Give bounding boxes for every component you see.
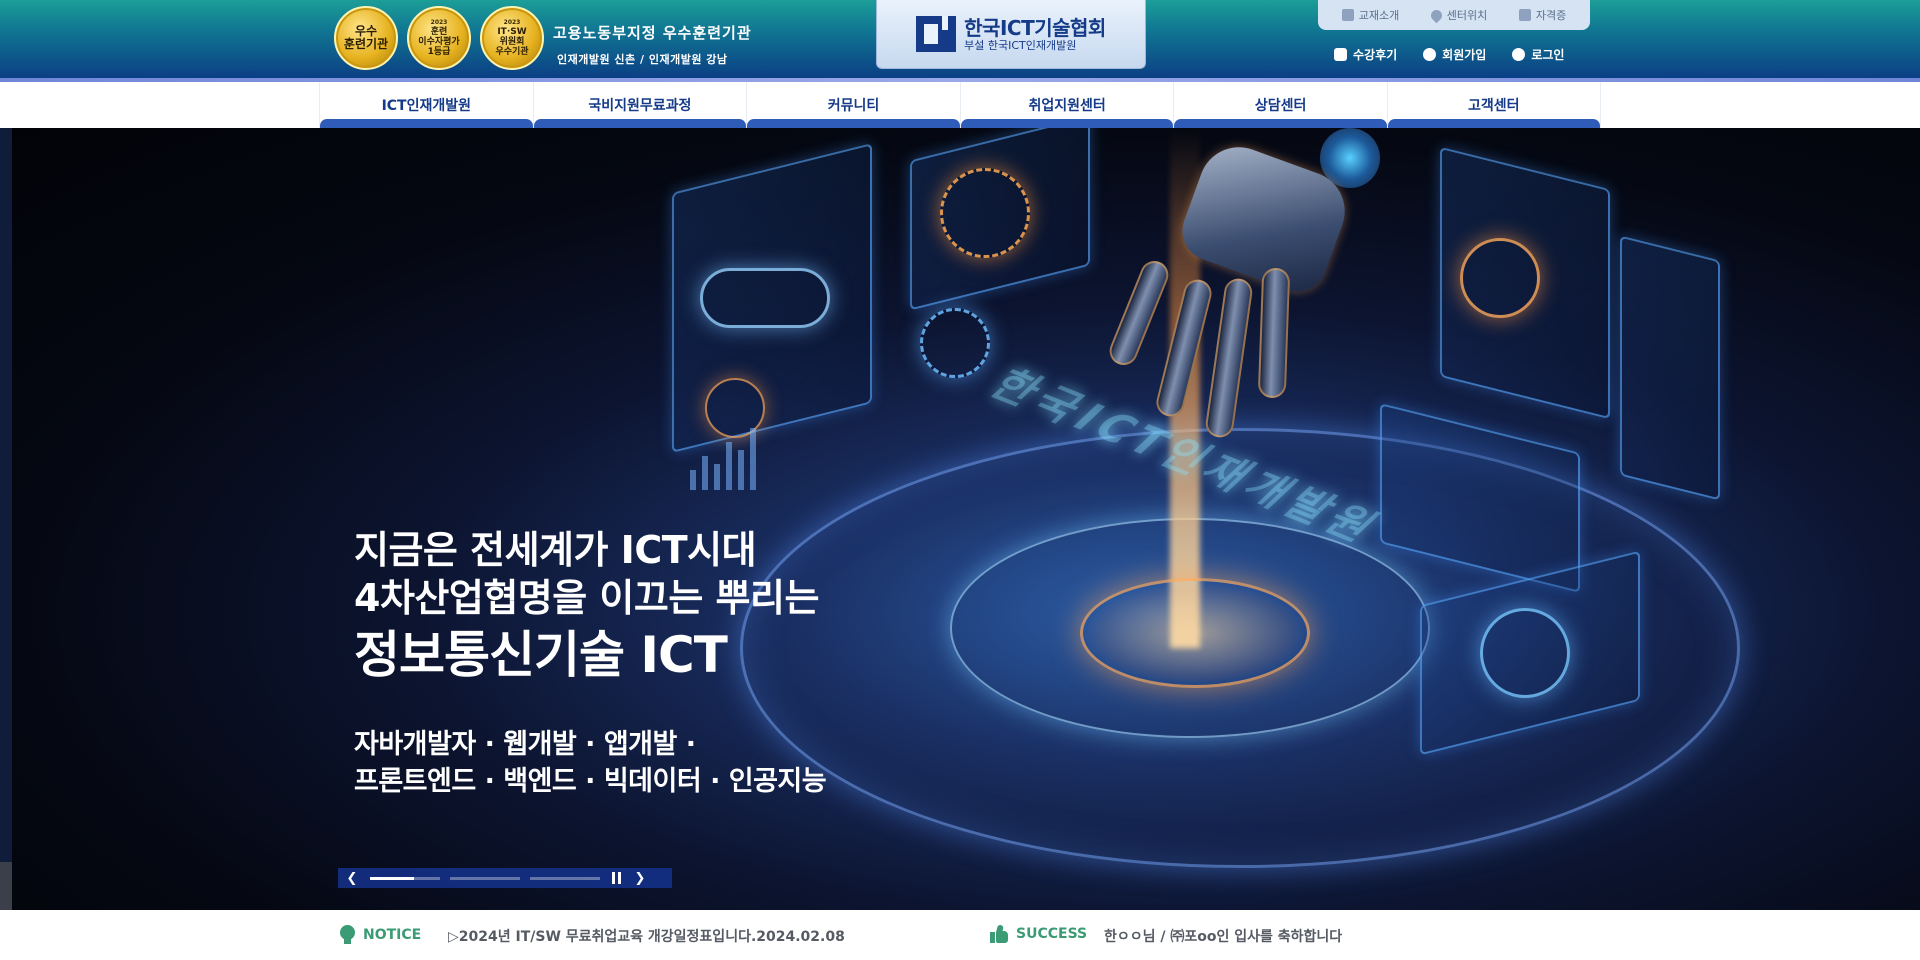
slide-indicator-2[interactable] [450,876,520,880]
badge-year: 2023 [430,19,448,26]
robot-hand-image [1100,128,1380,448]
nav-item-employment-center[interactable]: 취업지원센터 [959,82,1174,128]
success-label-text: SUCCESS [1016,926,1088,942]
hero-subline-1: 자바개발자 · 웹개발 · 앱개발 · [354,729,696,760]
site-logo[interactable]: 한국ICT기술협회 부설 한국ICT인재개발원 [876,0,1146,69]
gear-icon [920,308,990,378]
user-links: 수강후기 회원가입 로그인 [1334,46,1564,63]
util-link-label: 자격증 [1535,9,1567,22]
target-icon [1480,608,1570,698]
chevron-left-icon[interactable]: ❮ [344,870,360,886]
util-link-label: 교재소개 [1358,9,1400,22]
logo-mark-icon [916,16,957,52]
utility-menu: 교재소개 센터위치 자격증 [1318,0,1590,30]
excellent-training-badge: 우수 훈련기관 [334,6,398,70]
certification-badges: 우수 훈련기관 2023 훈련 이수자평가 1등급 2023 IT·SW 위원회… [334,6,544,70]
success-text[interactable]: 한ㅇㅇ님 / ㈜포oo인 입사를 축하합니다 [1104,926,1342,946]
chevron-right-icon[interactable]: ❯ [632,870,648,886]
hero-left-edge [0,128,12,910]
organization-branches: 인재개발원 신촌 / 인재개발원 강남 [557,53,728,66]
thumbs-up-icon [990,924,1008,943]
hologram-panel [1620,235,1720,501]
nav-item-counseling-center[interactable]: 상담센터 [1173,82,1387,128]
site-header: 우수 훈련기관 2023 훈련 이수자평가 1등급 2023 IT·SW 위원회… [0,0,1920,78]
hero-headline-line-2: 4차산업협명을 이끄는 뿌리는 [354,576,819,620]
hero-subline-2: 프론트엔드 · 백엔드 · 빅데이터 · 인공지능 [354,766,827,797]
organization-title: 고용노동부지정 우수훈련기관 [553,24,752,42]
nav-item-free-courses[interactable]: 국비지원무료과정 [532,82,747,128]
cloud-icon [700,268,830,328]
main-navigation: ICT인재개발원 국비지원무료과정 커뮤니티 취업지원센터 상담센터 고객센터 [319,82,1601,128]
badge-text: 우수 훈련기관 [343,24,389,51]
location-pin-icon [1428,7,1445,23]
nav-item-customer-center[interactable]: 고객센터 [1386,82,1601,128]
badge-text: IT·SW 위원회 우수기관 [495,27,529,57]
success-label[interactable]: SUCCESS [990,924,1088,943]
organization-info: 고용노동부지정 우수훈련기관 인재개발원 신촌 / 인재개발원 강남 [553,22,752,67]
util-link-location[interactable]: 센터위치 [1428,7,1488,23]
badge-year: 2023 [503,19,521,26]
login-link[interactable]: 로그인 [1512,46,1564,63]
pause-icon[interactable] [610,872,622,884]
certificate-icon [1518,9,1531,21]
hologram-core-glow [1080,578,1310,688]
user-link-label: 로그인 [1531,48,1565,62]
notice-label-text: NOTICE [363,927,422,943]
bar-graph-icon [690,428,756,490]
gear-icon [940,168,1030,258]
util-link-label: 센터위치 [1446,9,1488,22]
user-link-label: 회원가입 [1442,48,1487,62]
logo-subtitle: 부설 한국ICT인재개발원 [964,38,1077,52]
nav-item-ict-institute[interactable]: ICT인재개발원 [319,82,533,128]
hero-banner: 한국ICT인재개발원 지금은 전세계가 ICT시대 4차산업협명을 이끄는 뿌리… [0,128,1920,910]
lightbulb-icon [340,925,355,945]
review-icon [1334,48,1347,61]
util-link-certificates[interactable]: 자격증 [1518,7,1567,23]
hero-copy: 지금은 전세계가 ICT시대 4차산업협명을 이끄는 뿌리는 정보통신기술 IC… [354,526,827,800]
slide-indicator-1[interactable] [370,876,440,880]
hero-headline-line-1: 지금은 전세계가 ICT시대 [354,528,757,572]
badge-text: 훈련 이수자평가 1등급 [418,27,460,57]
it-sw-committee-badge: 2023 IT·SW 위원회 우수기관 [480,6,544,70]
slide-progress-fill [370,876,415,880]
book-icon [1341,9,1354,21]
slider-controls: ❮ ❯ [338,868,672,888]
user-link-label: 수강후기 [1353,48,1398,62]
util-link-textbooks[interactable]: 교재소개 [1341,7,1400,23]
slide-indicator-3[interactable] [530,876,600,880]
logo-name: 한국ICT기술협회 [964,15,1106,40]
training-evaluation-badge: 2023 훈련 이수자평가 1등급 [407,6,471,70]
signup-link[interactable]: 회원가입 [1423,46,1486,63]
notice-bar: NOTICE ▷2024년 IT/SW 무료취업교육 개강일정표입니다.2024… [0,910,1920,960]
signup-icon [1423,48,1437,61]
notice-label[interactable]: NOTICE [340,925,421,945]
login-icon [1512,48,1526,61]
review-link[interactable]: 수강후기 [1334,46,1397,63]
hero-headline-line-3: 정보통신기술 ICT [354,626,728,684]
target-icon [1460,238,1540,318]
notice-text[interactable]: ▷2024년 IT/SW 무료취업교육 개강일정표입니다.2024.02.08 [448,926,845,946]
nav-item-community[interactable]: 커뮤니티 [746,82,960,128]
